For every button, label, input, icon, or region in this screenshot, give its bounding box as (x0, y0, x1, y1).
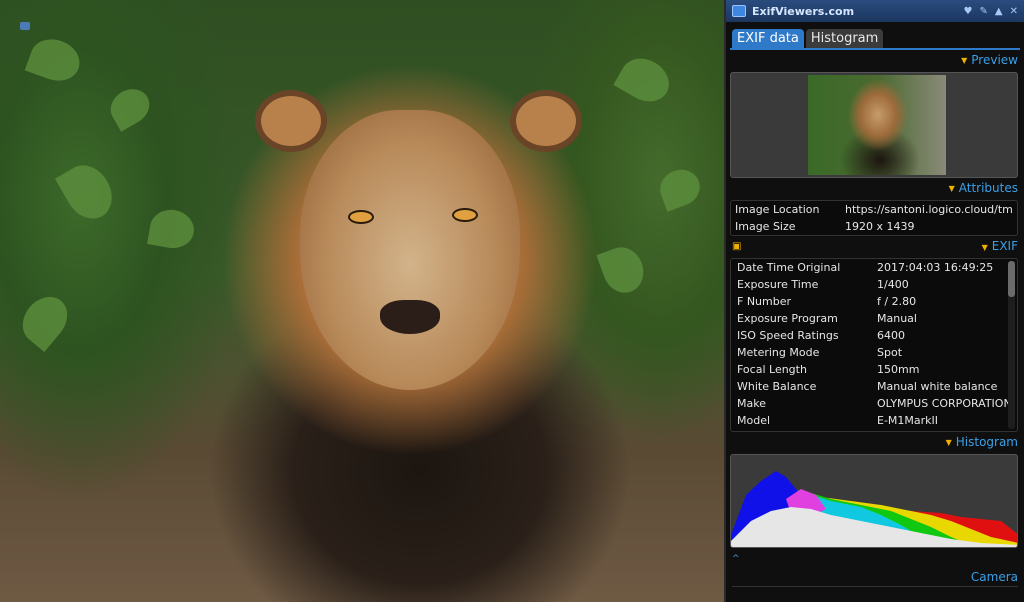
main-photo (0, 0, 724, 602)
expand-caret-icon[interactable]: ^ (732, 554, 1018, 564)
exif-value: 6400 (877, 329, 905, 342)
preview-thumbnail (808, 75, 946, 175)
exif-viewer-panel: ExifViewers.com ♥ ✎ ▲ ✕ EXIF data Histog… (724, 0, 1024, 602)
collapse-arrow-icon: ▼ (945, 437, 952, 447)
histogram-chart (730, 454, 1018, 548)
table-row: Date Time Original 2017:04:03 16:49:25 (731, 259, 1017, 276)
exif-key: F Number (737, 295, 792, 308)
heart-icon[interactable]: ♥ (964, 6, 973, 17)
exif-key: ISO Speed Ratings (737, 329, 839, 342)
exif-value: 2017:04:03 16:49:25 (877, 261, 994, 274)
wrench-icon[interactable]: ✎ (980, 6, 988, 17)
histogram-section-header[interactable]: ▼ Histogram (726, 432, 1024, 452)
attributes-table: Image Location https://santoni.logico.cl… (730, 200, 1018, 236)
exif-table: Date Time Original 2017:04:03 16:49:25 Ex… (730, 258, 1018, 432)
table-row: White Balance Manual white balance (731, 378, 1017, 395)
photo-badge-icon (20, 22, 30, 30)
exif-key: Focal Length (737, 363, 807, 376)
exif-value: Manual white balance (877, 380, 998, 393)
table-row: Make OLYMPUS CORPORATION (731, 395, 1017, 412)
table-row: Focal Length 150mm (731, 361, 1017, 378)
table-row: ISO Speed Ratings 6400 (731, 327, 1017, 344)
camera-section-header[interactable]: Camera (726, 568, 1024, 586)
exif-value: 150mm (877, 363, 920, 376)
camera-label: Camera (970, 570, 1018, 584)
exif-key: Model (737, 414, 771, 427)
table-row: Exposure Program Manual (731, 310, 1017, 327)
tab-histogram[interactable]: Histogram (805, 29, 884, 48)
table-row: Metering Mode Spot (731, 344, 1017, 361)
table-row: Exposure Time 1/400 (731, 276, 1017, 293)
table-row: F Number f / 2.80 (731, 293, 1017, 310)
exif-key: Metering Mode (737, 346, 820, 359)
panel-titlebar: ExifViewers.com ♥ ✎ ▲ ✕ (726, 0, 1024, 22)
attr-key: Image Location (735, 203, 820, 216)
attributes-label: Attributes (958, 181, 1018, 195)
preview-section-header[interactable]: ▼ Preview (726, 50, 1024, 70)
histogram-label: Histogram (955, 435, 1018, 449)
app-logo-icon (732, 5, 746, 17)
exif-key: Exposure Program (737, 312, 838, 325)
exif-key: Exposure Time (737, 278, 819, 291)
attributes-section-header[interactable]: ▼ Attributes (726, 178, 1024, 198)
warning-icon[interactable]: ▲ (995, 6, 1003, 17)
exif-key: Make (737, 397, 766, 410)
tab-exif-data[interactable]: EXIF data (732, 29, 804, 48)
app-title: ExifViewers.com (752, 4, 855, 18)
copy-icon[interactable]: ▣ (732, 241, 741, 252)
exif-value: 1/400 (877, 278, 909, 291)
exif-value: f / 2.80 (877, 295, 917, 308)
close-icon[interactable]: ✕ (1010, 6, 1018, 17)
histogram-svg (731, 471, 1017, 547)
collapse-arrow-icon: ▼ (961, 55, 968, 65)
exif-key: White Balance (737, 380, 817, 393)
preview-label: Preview (971, 53, 1018, 67)
exif-value: Spot (877, 346, 903, 359)
exif-value: E-M1MarkII (877, 414, 939, 427)
table-row: Model E-M1MarkII (731, 412, 1017, 429)
preview-box (730, 72, 1018, 178)
exif-scrollbar[interactable] (1008, 261, 1015, 429)
exif-section-header[interactable]: ▣ ▼ EXIF (726, 236, 1024, 256)
lion-face (300, 110, 520, 390)
bottom-divider (732, 586, 1018, 587)
collapse-arrow-icon: ▼ (948, 183, 955, 193)
attr-key: Image Size (735, 220, 796, 233)
tab-bar: EXIF data Histogram (726, 22, 1024, 48)
exif-value: Manual (877, 312, 917, 325)
table-row: Image Size 1920 x 1439 (731, 218, 1017, 235)
table-row: Image Location https://santoni.logico.cl… (731, 201, 1017, 218)
attr-value: 1920 x 1439 (845, 220, 915, 233)
lion-nose (380, 300, 440, 334)
exif-key: Date Time Original (737, 261, 841, 274)
scrollbar-thumb[interactable] (1008, 261, 1015, 297)
exif-label: EXIF (991, 239, 1018, 253)
exif-value: OLYMPUS CORPORATION (877, 397, 1011, 410)
collapse-arrow-icon: ▼ (981, 243, 988, 252)
attr-value: https://santoni.logico.cloud/tmp... (845, 203, 1013, 216)
